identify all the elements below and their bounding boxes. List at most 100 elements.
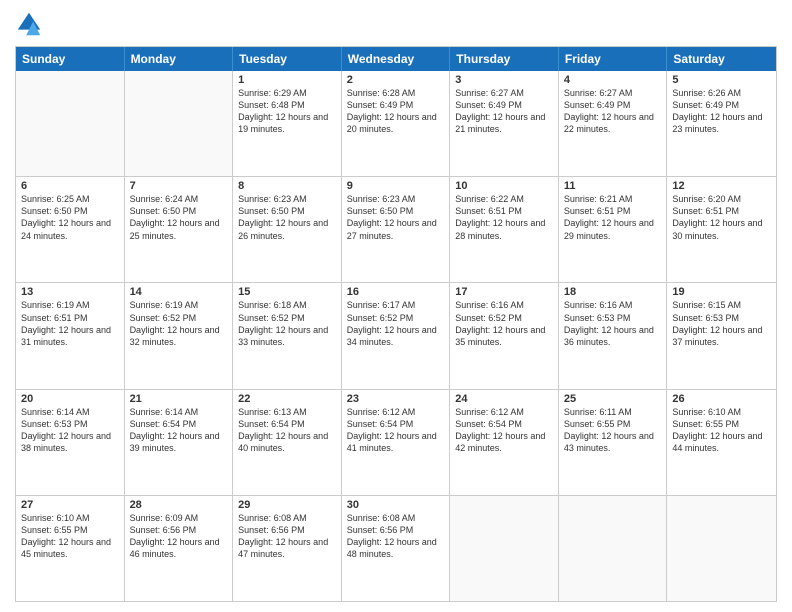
- day-number: 7: [130, 180, 228, 192]
- cal-row-2: 13Sunrise: 6:19 AMSunset: 6:51 PMDayligh…: [16, 283, 776, 389]
- day-number: 8: [238, 180, 336, 192]
- calendar: SundayMondayTuesdayWednesdayThursdayFrid…: [15, 46, 777, 602]
- day-number: 26: [672, 393, 771, 405]
- cell-info: Sunrise: 6:27 AMSunset: 6:49 PMDaylight:…: [455, 87, 553, 136]
- cal-cell: [559, 496, 668, 601]
- day-number: 21: [130, 393, 228, 405]
- day-number: 15: [238, 286, 336, 298]
- day-number: 1: [238, 74, 336, 86]
- cal-cell: 26Sunrise: 6:10 AMSunset: 6:55 PMDayligh…: [667, 390, 776, 495]
- header-day-thursday: Thursday: [450, 47, 559, 71]
- day-number: 13: [21, 286, 119, 298]
- cell-info: Sunrise: 6:17 AMSunset: 6:52 PMDaylight:…: [347, 299, 445, 348]
- cell-info: Sunrise: 6:25 AMSunset: 6:50 PMDaylight:…: [21, 193, 119, 242]
- cal-cell: 19Sunrise: 6:15 AMSunset: 6:53 PMDayligh…: [667, 283, 776, 388]
- day-number: 16: [347, 286, 445, 298]
- cal-cell: 24Sunrise: 6:12 AMSunset: 6:54 PMDayligh…: [450, 390, 559, 495]
- day-number: 10: [455, 180, 553, 192]
- cal-row-4: 27Sunrise: 6:10 AMSunset: 6:55 PMDayligh…: [16, 496, 776, 601]
- cal-row-1: 6Sunrise: 6:25 AMSunset: 6:50 PMDaylight…: [16, 177, 776, 283]
- cell-info: Sunrise: 6:09 AMSunset: 6:56 PMDaylight:…: [130, 512, 228, 561]
- cell-info: Sunrise: 6:10 AMSunset: 6:55 PMDaylight:…: [21, 512, 119, 561]
- day-number: 6: [21, 180, 119, 192]
- header: [15, 10, 777, 38]
- day-number: 5: [672, 74, 771, 86]
- cal-cell: 9Sunrise: 6:23 AMSunset: 6:50 PMDaylight…: [342, 177, 451, 282]
- cell-info: Sunrise: 6:11 AMSunset: 6:55 PMDaylight:…: [564, 406, 662, 455]
- cell-info: Sunrise: 6:27 AMSunset: 6:49 PMDaylight:…: [564, 87, 662, 136]
- cell-info: Sunrise: 6:12 AMSunset: 6:54 PMDaylight:…: [455, 406, 553, 455]
- cell-info: Sunrise: 6:08 AMSunset: 6:56 PMDaylight:…: [238, 512, 336, 561]
- cell-info: Sunrise: 6:14 AMSunset: 6:54 PMDaylight:…: [130, 406, 228, 455]
- cal-cell: 17Sunrise: 6:16 AMSunset: 6:52 PMDayligh…: [450, 283, 559, 388]
- cell-info: Sunrise: 6:16 AMSunset: 6:52 PMDaylight:…: [455, 299, 553, 348]
- day-number: 23: [347, 393, 445, 405]
- header-day-saturday: Saturday: [667, 47, 776, 71]
- day-number: 20: [21, 393, 119, 405]
- cal-cell: 22Sunrise: 6:13 AMSunset: 6:54 PMDayligh…: [233, 390, 342, 495]
- cal-cell: 13Sunrise: 6:19 AMSunset: 6:51 PMDayligh…: [16, 283, 125, 388]
- cal-cell: 29Sunrise: 6:08 AMSunset: 6:56 PMDayligh…: [233, 496, 342, 601]
- cell-info: Sunrise: 6:23 AMSunset: 6:50 PMDaylight:…: [347, 193, 445, 242]
- day-number: 22: [238, 393, 336, 405]
- cell-info: Sunrise: 6:20 AMSunset: 6:51 PMDaylight:…: [672, 193, 771, 242]
- cal-cell: 11Sunrise: 6:21 AMSunset: 6:51 PMDayligh…: [559, 177, 668, 282]
- cell-info: Sunrise: 6:19 AMSunset: 6:51 PMDaylight:…: [21, 299, 119, 348]
- cal-cell: 28Sunrise: 6:09 AMSunset: 6:56 PMDayligh…: [125, 496, 234, 601]
- page: SundayMondayTuesdayWednesdayThursdayFrid…: [0, 0, 792, 612]
- cal-cell: 1Sunrise: 6:29 AMSunset: 6:48 PMDaylight…: [233, 71, 342, 176]
- cal-cell: 21Sunrise: 6:14 AMSunset: 6:54 PMDayligh…: [125, 390, 234, 495]
- day-number: 11: [564, 180, 662, 192]
- day-number: 19: [672, 286, 771, 298]
- cell-info: Sunrise: 6:16 AMSunset: 6:53 PMDaylight:…: [564, 299, 662, 348]
- day-number: 25: [564, 393, 662, 405]
- cal-cell: 3Sunrise: 6:27 AMSunset: 6:49 PMDaylight…: [450, 71, 559, 176]
- cal-cell: [667, 496, 776, 601]
- cal-cell: 20Sunrise: 6:14 AMSunset: 6:53 PMDayligh…: [16, 390, 125, 495]
- header-day-sunday: Sunday: [16, 47, 125, 71]
- cell-info: Sunrise: 6:26 AMSunset: 6:49 PMDaylight:…: [672, 87, 771, 136]
- header-day-monday: Monday: [125, 47, 234, 71]
- cell-info: Sunrise: 6:21 AMSunset: 6:51 PMDaylight:…: [564, 193, 662, 242]
- logo-icon: [15, 10, 43, 38]
- cal-cell: [125, 71, 234, 176]
- cell-info: Sunrise: 6:08 AMSunset: 6:56 PMDaylight:…: [347, 512, 445, 561]
- cal-cell: 14Sunrise: 6:19 AMSunset: 6:52 PMDayligh…: [125, 283, 234, 388]
- cell-info: Sunrise: 6:18 AMSunset: 6:52 PMDaylight:…: [238, 299, 336, 348]
- cal-cell: 10Sunrise: 6:22 AMSunset: 6:51 PMDayligh…: [450, 177, 559, 282]
- cal-row-0: 1Sunrise: 6:29 AMSunset: 6:48 PMDaylight…: [16, 71, 776, 177]
- day-number: 27: [21, 499, 119, 511]
- cal-cell: [16, 71, 125, 176]
- cal-cell: 15Sunrise: 6:18 AMSunset: 6:52 PMDayligh…: [233, 283, 342, 388]
- cell-info: Sunrise: 6:12 AMSunset: 6:54 PMDaylight:…: [347, 406, 445, 455]
- cell-info: Sunrise: 6:19 AMSunset: 6:52 PMDaylight:…: [130, 299, 228, 348]
- day-number: 3: [455, 74, 553, 86]
- day-number: 2: [347, 74, 445, 86]
- day-number: 24: [455, 393, 553, 405]
- day-number: 4: [564, 74, 662, 86]
- cell-info: Sunrise: 6:15 AMSunset: 6:53 PMDaylight:…: [672, 299, 771, 348]
- day-number: 12: [672, 180, 771, 192]
- header-day-wednesday: Wednesday: [342, 47, 451, 71]
- logo: [15, 10, 47, 38]
- cell-info: Sunrise: 6:24 AMSunset: 6:50 PMDaylight:…: [130, 193, 228, 242]
- day-number: 28: [130, 499, 228, 511]
- cal-row-3: 20Sunrise: 6:14 AMSunset: 6:53 PMDayligh…: [16, 390, 776, 496]
- header-day-tuesday: Tuesday: [233, 47, 342, 71]
- calendar-header: SundayMondayTuesdayWednesdayThursdayFrid…: [16, 47, 776, 71]
- cal-cell: 18Sunrise: 6:16 AMSunset: 6:53 PMDayligh…: [559, 283, 668, 388]
- cell-info: Sunrise: 6:10 AMSunset: 6:55 PMDaylight:…: [672, 406, 771, 455]
- cell-info: Sunrise: 6:29 AMSunset: 6:48 PMDaylight:…: [238, 87, 336, 136]
- cal-cell: 12Sunrise: 6:20 AMSunset: 6:51 PMDayligh…: [667, 177, 776, 282]
- day-number: 30: [347, 499, 445, 511]
- cell-info: Sunrise: 6:14 AMSunset: 6:53 PMDaylight:…: [21, 406, 119, 455]
- cal-cell: 7Sunrise: 6:24 AMSunset: 6:50 PMDaylight…: [125, 177, 234, 282]
- cell-info: Sunrise: 6:23 AMSunset: 6:50 PMDaylight:…: [238, 193, 336, 242]
- cal-cell: 8Sunrise: 6:23 AMSunset: 6:50 PMDaylight…: [233, 177, 342, 282]
- day-number: 18: [564, 286, 662, 298]
- cal-cell: 30Sunrise: 6:08 AMSunset: 6:56 PMDayligh…: [342, 496, 451, 601]
- cell-info: Sunrise: 6:13 AMSunset: 6:54 PMDaylight:…: [238, 406, 336, 455]
- cal-cell: 16Sunrise: 6:17 AMSunset: 6:52 PMDayligh…: [342, 283, 451, 388]
- calendar-body: 1Sunrise: 6:29 AMSunset: 6:48 PMDaylight…: [16, 71, 776, 601]
- cell-info: Sunrise: 6:22 AMSunset: 6:51 PMDaylight:…: [455, 193, 553, 242]
